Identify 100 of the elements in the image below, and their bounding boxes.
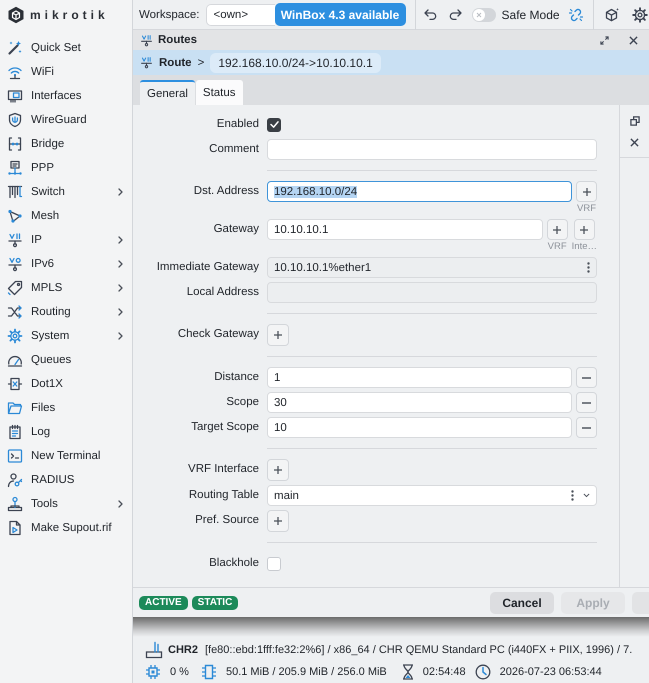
expand-icon[interactable] [600, 36, 609, 44]
magic-wand-icon [7, 40, 23, 56]
sidebar-item[interactable]: RADIUS [0, 468, 132, 492]
hourglass-icon [402, 664, 414, 680]
sidebar-item[interactable]: System [0, 324, 132, 348]
chevron-right-icon [118, 308, 123, 316]
add-button[interactable] [267, 324, 289, 346]
kebab-menu-icon[interactable] [571, 490, 574, 501]
monitor-network-icon [7, 160, 23, 176]
minus-icon [582, 376, 591, 378]
plus-icon [274, 466, 282, 474]
tab[interactable]: Status [196, 80, 243, 105]
chevron-right-icon [118, 260, 123, 268]
remove-button[interactable] [576, 367, 597, 388]
cube-icon[interactable] [604, 6, 620, 22]
logo-wordmark: mikrotik [30, 8, 109, 22]
add-button[interactable] [267, 459, 289, 481]
sidebar-item[interactable]: Log [0, 420, 132, 444]
sidebar-item[interactable]: Make Supout.rif [0, 516, 132, 540]
field-label: Distance [213, 370, 259, 385]
triangle-nodes-icon [7, 208, 23, 224]
sidebar-item[interactable]: WiFi [0, 60, 132, 84]
text-field[interactable]: 10.10.10.1 [267, 219, 543, 240]
remove-button[interactable] [576, 417, 597, 438]
add-button[interactable] [574, 219, 595, 240]
kebab-menu-icon[interactable] [587, 262, 590, 273]
add-button[interactable] [267, 510, 289, 532]
settings-icon[interactable] [632, 6, 648, 22]
clock-time: 2026-07-23 06:53:44 [500, 666, 602, 678]
sidebar-item[interactable]: Queues [0, 348, 132, 372]
breadcrumb-item[interactable]: 192.168.10.0/24->10.10.10.1 [210, 52, 381, 72]
sidebar-item[interactable]: IP [0, 228, 132, 252]
field-label: Routing Table [188, 488, 259, 503]
button-caption: Inte… [572, 240, 597, 253]
chevron-right-icon [118, 500, 123, 508]
field-label: Check Gateway [176, 327, 259, 342]
text-field[interactable]: 1 [267, 367, 572, 388]
redo-icon[interactable] [448, 8, 462, 20]
add-button[interactable] [576, 181, 597, 202]
footer-button[interactable]: Cancel [490, 592, 554, 614]
sidebar-item[interactable]: PPP [0, 156, 132, 180]
field-label: Scope [225, 395, 259, 410]
dropdown-field[interactable]: main [267, 485, 597, 506]
remove-button[interactable] [576, 392, 597, 413]
minus-icon [582, 426, 591, 428]
add-button[interactable] [546, 219, 568, 240]
terminal-icon [7, 448, 23, 464]
switch-ports-icon [7, 184, 23, 200]
sidebar-item[interactable]: Files [0, 396, 132, 420]
sidebar-item[interactable]: Bridge [0, 132, 132, 156]
network-node-icon [7, 232, 23, 248]
close-icon[interactable] [629, 36, 638, 44]
status-flag: STATIC [192, 596, 238, 610]
notepad-icon [7, 424, 23, 440]
checkmark-icon [270, 121, 278, 128]
sidebar-item[interactable]: MPLS [0, 276, 132, 300]
plus-icon [580, 226, 588, 234]
tab[interactable]: General [140, 80, 195, 105]
breadcrumb-section[interactable]: Route [159, 56, 192, 68]
sidebar-item[interactable]: WireGuard [0, 108, 132, 132]
text-field[interactable]: 10 [267, 417, 572, 438]
text-field[interactable]: 192.168.10.0/24 [267, 181, 572, 202]
network-node-icon [7, 256, 23, 272]
network-node-icon [140, 56, 153, 69]
switch-knob-icon [472, 8, 485, 20]
plus-icon [553, 226, 562, 234]
readonly-field[interactable]: 10.10.10.1%ether1 [267, 257, 597, 278]
broken-link-icon[interactable] [568, 6, 584, 22]
chevron-down-icon [583, 493, 590, 498]
button-caption: VRF [577, 202, 596, 215]
joystick-icon [7, 496, 23, 512]
field-label: Gateway [212, 222, 259, 237]
safe-mode-switch[interactable] [472, 8, 496, 22]
sidebar-item[interactable]: Routing [0, 300, 132, 324]
sidebar-item[interactable]: New Terminal [0, 444, 132, 468]
breadcrumb-separator: > [198, 56, 204, 68]
sidebar-item[interactable]: IPv6 [0, 252, 132, 276]
folder-icon [7, 400, 23, 416]
sidebar-item[interactable]: Dot1X [0, 372, 132, 396]
sidebar-item[interactable]: Tools [0, 492, 132, 516]
logo-icon [7, 6, 25, 24]
undo-icon[interactable] [424, 8, 438, 20]
sidebar-item[interactable]: Interfaces [0, 84, 132, 108]
sidebar-item[interactable]: Quick Set [0, 36, 132, 60]
field-label: Immediate Gateway [156, 260, 259, 275]
tag-icon [7, 280, 23, 296]
field-label: Target Scope [190, 420, 259, 435]
sidebar-item[interactable]: Switch [0, 180, 132, 204]
chevron-right-icon [118, 188, 123, 196]
restore-window-icon[interactable] [630, 116, 640, 126]
sidebar-item[interactable]: Mesh [0, 204, 132, 228]
chevron-right-icon [118, 284, 123, 292]
workspace-field[interactable]: <own> [206, 4, 275, 26]
close-icon[interactable] [630, 138, 639, 147]
minus-icon [582, 402, 591, 404]
shuffle-icon [7, 304, 23, 320]
status-flag: ACTIVE [139, 596, 188, 610]
checkbox[interactable] [267, 118, 281, 132]
text-field[interactable] [267, 139, 597, 160]
text-field[interactable]: 30 [267, 392, 572, 413]
